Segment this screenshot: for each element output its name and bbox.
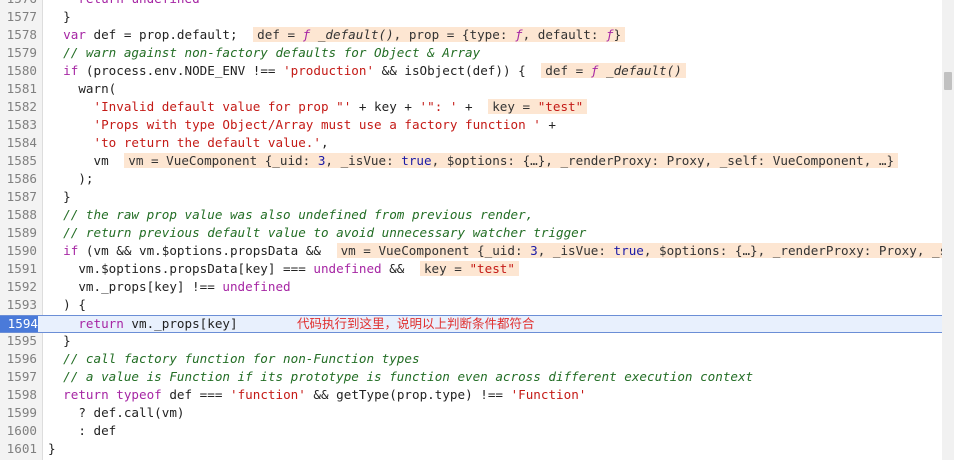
code-text: ); [48, 171, 94, 186]
code-text: } [48, 9, 71, 24]
line-number[interactable]: 1599 [0, 404, 37, 422]
code-line[interactable]: 1577 } [0, 8, 942, 26]
line-number[interactable]: 1601 [0, 440, 37, 458]
code-text: // the raw prop value was also undefined… [63, 207, 534, 222]
line-number[interactable]: 1587 [0, 188, 37, 206]
line-number[interactable]: 1577 [0, 8, 37, 26]
code-line[interactable]: 1578 var def = prop.default; def = ƒ _de… [0, 26, 942, 44]
code-text: return undefined [48, 0, 199, 8]
code-line[interactable]: 1580 if (process.env.NODE_ENV !== 'produ… [0, 62, 942, 80]
line-number[interactable]: 1593 [0, 296, 37, 314]
code-text: // warn against non-factory defaults for… [63, 45, 481, 60]
code-text: if (process.env.NODE_ENV !== 'production… [48, 62, 686, 80]
code-text: return typeof def === 'function' && getT… [63, 387, 587, 402]
scrollbar-thumb[interactable] [944, 72, 952, 90]
code-text: ? def.call(vm) [48, 405, 185, 420]
line-number[interactable]: 1589 [0, 224, 37, 242]
line-number[interactable]: 1592 [0, 278, 37, 296]
code-text: return vm._props[key] [78, 316, 238, 331]
code-line[interactable]: 1591 vm.$options.propsData[key] === unde… [0, 260, 942, 278]
code-line[interactable]: 1592 vm._props[key] !== undefined [0, 278, 942, 296]
line-number[interactable]: 1598 [0, 386, 37, 404]
code-text: warn( [48, 81, 117, 96]
line-number[interactable]: 1594 [0, 316, 38, 332]
code-text: } [48, 333, 71, 348]
code-text: vm vm = VueComponent {_uid: 3, _isVue: t… [48, 152, 899, 170]
code-line[interactable]: 1593 ) { [0, 296, 942, 314]
code-text: // return previous default value to avoi… [63, 225, 587, 240]
code-line[interactable]: 1582 'Invalid default value for prop "' … [0, 98, 942, 116]
code-line[interactable]: 1600 : def [0, 422, 942, 440]
code-line[interactable]: 1576 return undefined [0, 0, 942, 8]
current-code-line[interactable]: 1594 return vm._props[key] 代码执行到这里，说明以上判断… [0, 315, 942, 333]
line-number[interactable]: 1595 [0, 332, 37, 350]
code-text: } [48, 189, 71, 204]
annotation-note: 代码执行到这里，说明以上判断条件都符合 [297, 316, 535, 331]
line-number[interactable]: 1600 [0, 422, 37, 440]
code-text: 'Props with type Object/Array must use a… [93, 117, 557, 132]
line-number[interactable]: 1581 [0, 80, 37, 98]
code-line[interactable]: 1597 // a value is Function if its proto… [0, 368, 942, 386]
code-editor[interactable]: 1576 return undefined1577 }1578 var def … [0, 0, 942, 460]
code-line[interactable]: 1586 ); [0, 170, 942, 188]
line-number[interactable]: 1590 [0, 242, 37, 260]
line-number[interactable]: 1596 [0, 350, 37, 368]
code-line[interactable]: 1588 // the raw prop value was also unde… [0, 206, 942, 224]
vertical-scrollbar[interactable] [942, 0, 954, 460]
code-line[interactable]: 1601} [0, 440, 942, 458]
code-text: vm._props[key] !== undefined [48, 279, 291, 294]
line-number[interactable]: 1597 [0, 368, 37, 386]
code-text: ) { [48, 297, 86, 312]
code-text: : def [48, 423, 117, 438]
line-number[interactable]: 1583 [0, 116, 37, 134]
line-number[interactable]: 1591 [0, 260, 37, 278]
code-line[interactable]: 1589 // return previous default value to… [0, 224, 942, 242]
code-line[interactable]: 1590 if (vm && vm.$options.propsData && … [0, 242, 942, 260]
code-line[interactable]: 1599 ? def.call(vm) [0, 404, 942, 422]
code-line[interactable]: 1584 'to return the default value.', [0, 134, 942, 152]
code-text: } [48, 441, 56, 456]
line-number[interactable]: 1580 [0, 62, 37, 80]
code-line[interactable]: 1595 } [0, 332, 942, 350]
code-line[interactable]: 1583 'Props with type Object/Array must … [0, 116, 942, 134]
code-line[interactable]: 1596 // call factory function for non-Fu… [0, 350, 942, 368]
code-text: var def = prop.default; def = ƒ _default… [48, 26, 626, 44]
code-line[interactable]: 1581 warn( [0, 80, 942, 98]
code-text: 'to return the default value.', [93, 135, 329, 150]
line-number[interactable]: 1582 [0, 98, 37, 116]
code-line[interactable]: 1579 // warn against non-factory default… [0, 44, 942, 62]
line-number[interactable]: 1586 [0, 170, 37, 188]
line-number[interactable]: 1578 [0, 26, 37, 44]
code-line[interactable]: 1598 return typeof def === 'function' &&… [0, 386, 942, 404]
line-number[interactable]: 1579 [0, 44, 37, 62]
code-text: if (vm && vm.$options.propsData && vm = … [48, 242, 942, 260]
code-text: 'Invalid default value for prop "' + key… [48, 98, 588, 116]
code-text: // a value is Function if its prototype … [63, 369, 754, 384]
code-text: // call factory function for non-Functio… [63, 351, 420, 366]
line-number[interactable]: 1576 [0, 0, 37, 8]
line-number[interactable]: 1584 [0, 134, 37, 152]
code-line[interactable]: 1585 vm vm = VueComponent {_uid: 3, _isV… [0, 152, 942, 170]
line-number[interactable]: 1588 [0, 206, 37, 224]
code-line[interactable]: 1587 } [0, 188, 942, 206]
line-number[interactable]: 1585 [0, 152, 37, 170]
code-text: vm.$options.propsData[key] === undefined… [48, 260, 519, 278]
